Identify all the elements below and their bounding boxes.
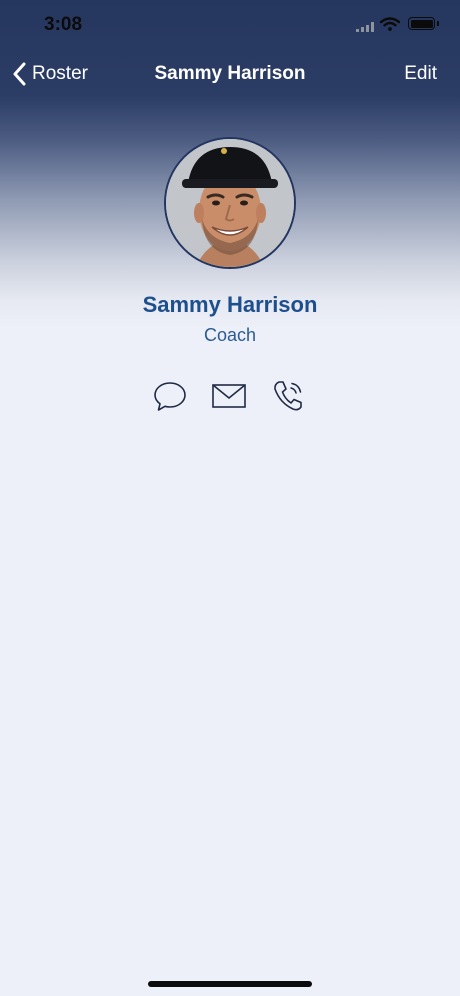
call-button[interactable] [270, 378, 310, 416]
battery-icon [408, 17, 439, 30]
status-time: 3:08 [44, 14, 83, 35]
profile-photo [166, 139, 294, 267]
profile-role: Coach [203, 325, 257, 345]
chat-bubble-icon [154, 382, 186, 411]
avatar [164, 137, 296, 269]
message-button[interactable] [152, 378, 192, 416]
edit-button[interactable]: Edit [404, 63, 437, 85]
cellular-signal-icon [356, 22, 374, 32]
home-indicator[interactable] [148, 981, 312, 987]
contact-actions [150, 378, 310, 416]
page-title: Sammy Harrison [154, 63, 306, 84]
email-button[interactable] [210, 378, 250, 416]
wifi-icon [380, 17, 400, 31]
envelope-icon [212, 384, 246, 408]
status-bar: 3:08 [0, 0, 460, 50]
navigation-bar: Roster Sammy Harrison Edit [0, 50, 460, 98]
phone-icon [274, 381, 302, 411]
profile-name: Sammy Harrison [142, 292, 318, 317]
